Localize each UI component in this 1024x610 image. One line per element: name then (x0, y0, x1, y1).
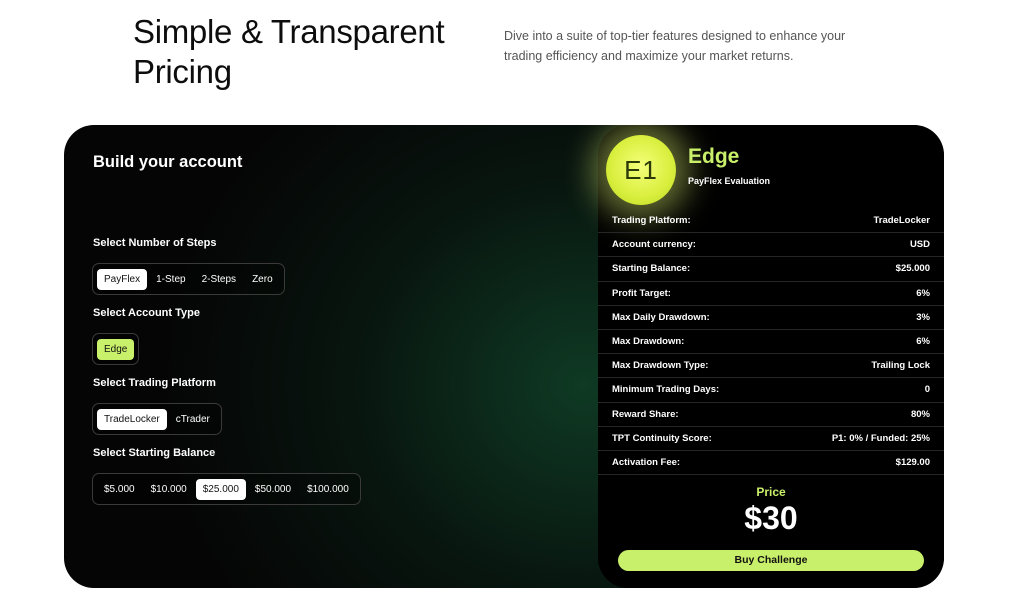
steps-label: Select Number of Steps (93, 237, 217, 249)
steps-option-1-step[interactable]: 1-Step (149, 269, 192, 290)
steps-selector: PayFlex 1-Step 2-Steps Zero (92, 263, 285, 295)
steps-option-2-steps[interactable]: 2-Steps (195, 269, 243, 290)
spec-value: 3% (916, 311, 930, 323)
spec-row: TPT Continuity Score: P1: 0% / Funded: 25… (598, 427, 944, 451)
balance-option-5000[interactable]: $5.000 (97, 479, 142, 500)
spec-label: Max Drawdown Type: (612, 360, 709, 372)
spec-label: Reward Share: (612, 408, 679, 420)
spec-row: Profit Target: 6% (598, 282, 944, 306)
spec-row: Starting Balance: $25.000 (598, 257, 944, 282)
plan-badge-text: E1 (624, 154, 658, 185)
spec-value: 80% (910, 408, 930, 420)
spec-value: $25.000 (895, 263, 930, 275)
spec-row: Reward Share: 80% (598, 403, 944, 427)
spec-label: Activation Fee: (612, 456, 681, 468)
spec-label: TPT Continuity Score: (612, 432, 712, 444)
price-label: Price (756, 485, 786, 499)
account-type-option-edge[interactable]: Edge (97, 338, 135, 360)
platform-selector: TradeLocker cTrader (92, 403, 222, 435)
spec-value: Trailing Lock (871, 360, 930, 372)
price-value: $30 (744, 500, 798, 536)
spec-value: 0 (924, 384, 930, 396)
balance-selector: $5.000 $10.000 $25.000 $50.000 $100.000 (92, 473, 361, 505)
buy-challenge-button[interactable]: Buy Challenge (618, 550, 924, 571)
balance-option-100000[interactable]: $100.000 (300, 479, 356, 500)
spec-row: Activation Fee: $129.00 (598, 451, 944, 476)
platform-option-ctrader[interactable]: cTrader (169, 409, 217, 430)
plan-spec-table: Trading Platform: TradeLocker Account cur… (598, 209, 944, 476)
account-type-selector: Edge (92, 333, 140, 365)
spec-value: USD (909, 239, 930, 251)
steps-option-zero[interactable]: Zero (245, 269, 280, 290)
spec-label: Max Daily Drawdown: (612, 311, 710, 323)
hero-heading: Simple & Transparent Pricing (133, 12, 493, 92)
builder-title: Build your account (93, 153, 243, 171)
spec-value: 6% (916, 336, 930, 348)
spec-label: Minimum Trading Days: (612, 384, 720, 396)
plan-summary-card: E1 Edge PayFlex Evaluation Trading Platf… (598, 125, 944, 588)
steps-option-payflex[interactable]: PayFlex (97, 268, 148, 290)
spec-label: Max Drawdown: (612, 336, 685, 348)
spec-label: Account currency: (612, 239, 696, 251)
hero-description: Dive into a suite of top-tier features d… (504, 29, 846, 63)
spec-label: Trading Platform: (612, 215, 691, 227)
balance-option-10000[interactable]: $10.000 (144, 479, 194, 500)
account-type-label: Select Account Type (93, 307, 200, 319)
spec-value: TradeLocker (873, 215, 931, 227)
spec-value: $129.00 (895, 456, 930, 468)
spec-value: P1: 0% / Funded: 25% (831, 432, 930, 444)
page-title: Simple & Transparent Pricing (133, 13, 445, 90)
plan-badge-icon: E1 (606, 135, 676, 205)
platform-option-tradelocker[interactable]: TradeLocker (97, 408, 167, 430)
balance-option-25000[interactable]: $25.000 (195, 478, 246, 500)
spec-row: Minimum Trading Days: 0 (598, 378, 944, 403)
spec-row: Account currency: USD (598, 233, 944, 258)
account-builder-panel: Build your account Select Number of Step… (64, 125, 944, 588)
spec-value: 6% (916, 287, 930, 299)
balance-label: Select Starting Balance (93, 447, 216, 459)
spec-row: Trading Platform: TradeLocker (598, 209, 944, 234)
spec-row: Max Drawdown Type: Trailing Lock (598, 354, 944, 379)
spec-row: Max Daily Drawdown: 3% (598, 306, 944, 330)
spec-row: Max Drawdown: 6% (598, 330, 944, 355)
plan-name: Edge (688, 145, 740, 168)
platform-label: Select Trading Platform (93, 377, 216, 389)
balance-option-50000[interactable]: $50.000 (248, 479, 298, 500)
spec-label: Starting Balance: (612, 263, 691, 275)
spec-label: Profit Target: (612, 287, 671, 299)
plan-subtitle: PayFlex Evaluation (688, 176, 771, 186)
